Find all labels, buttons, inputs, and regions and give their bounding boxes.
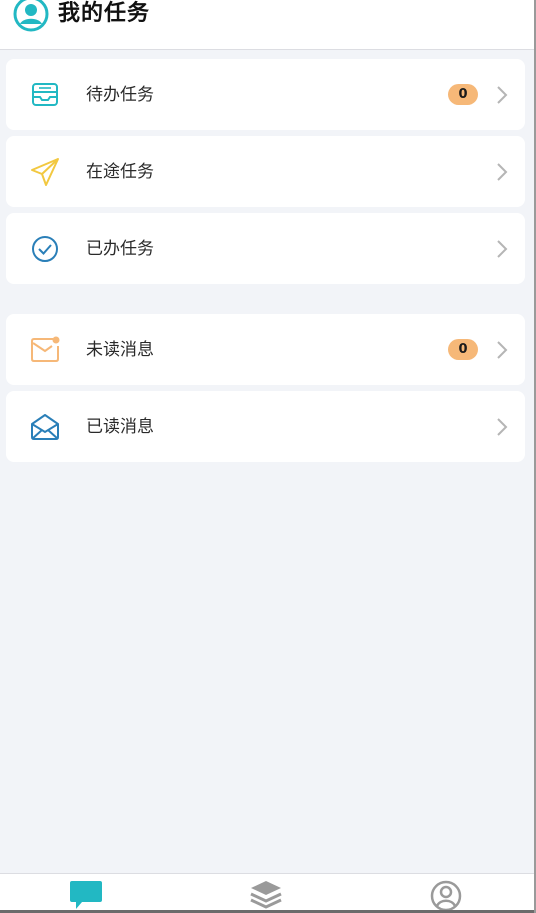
chevron-right-icon (497, 240, 508, 258)
paper-plane-icon (31, 158, 59, 186)
task-item-label: 已办任务 (86, 239, 154, 259)
check-circle-icon (32, 236, 58, 262)
task-item-label: 待办任务 (86, 85, 154, 105)
task-item-in-transit[interactable]: 在途任务 (6, 136, 525, 207)
chat-bubble-icon[interactable] (68, 878, 104, 912)
message-item-label: 未读消息 (86, 340, 154, 360)
user-circle-icon (13, 0, 49, 32)
count-badge: 0 (448, 339, 478, 360)
message-item-read[interactable]: 已读消息 (6, 391, 525, 462)
chevron-right-icon (497, 418, 508, 436)
chevron-right-icon (497, 341, 508, 359)
page-title: 我的任务 (58, 1, 151, 26)
chevron-right-icon (497, 163, 508, 181)
chevron-right-icon (497, 86, 508, 104)
envelope-open-icon (31, 414, 59, 440)
page-header: 我的任务 (0, 0, 536, 50)
bottom-tab-bar (0, 873, 536, 913)
inbox-tray-icon (32, 83, 58, 106)
envelope-unread-icon (31, 336, 60, 362)
layers-icon[interactable] (248, 878, 284, 912)
count-badge: 0 (448, 84, 478, 105)
message-item-label: 已读消息 (86, 417, 154, 437)
message-item-unread[interactable]: 未读消息 0 (6, 314, 525, 385)
task-item-pending[interactable]: 待办任务 0 (6, 59, 525, 130)
task-item-completed[interactable]: 已办任务 (6, 213, 525, 284)
user-circle-icon[interactable] (428, 878, 464, 912)
task-item-label: 在途任务 (86, 162, 154, 182)
